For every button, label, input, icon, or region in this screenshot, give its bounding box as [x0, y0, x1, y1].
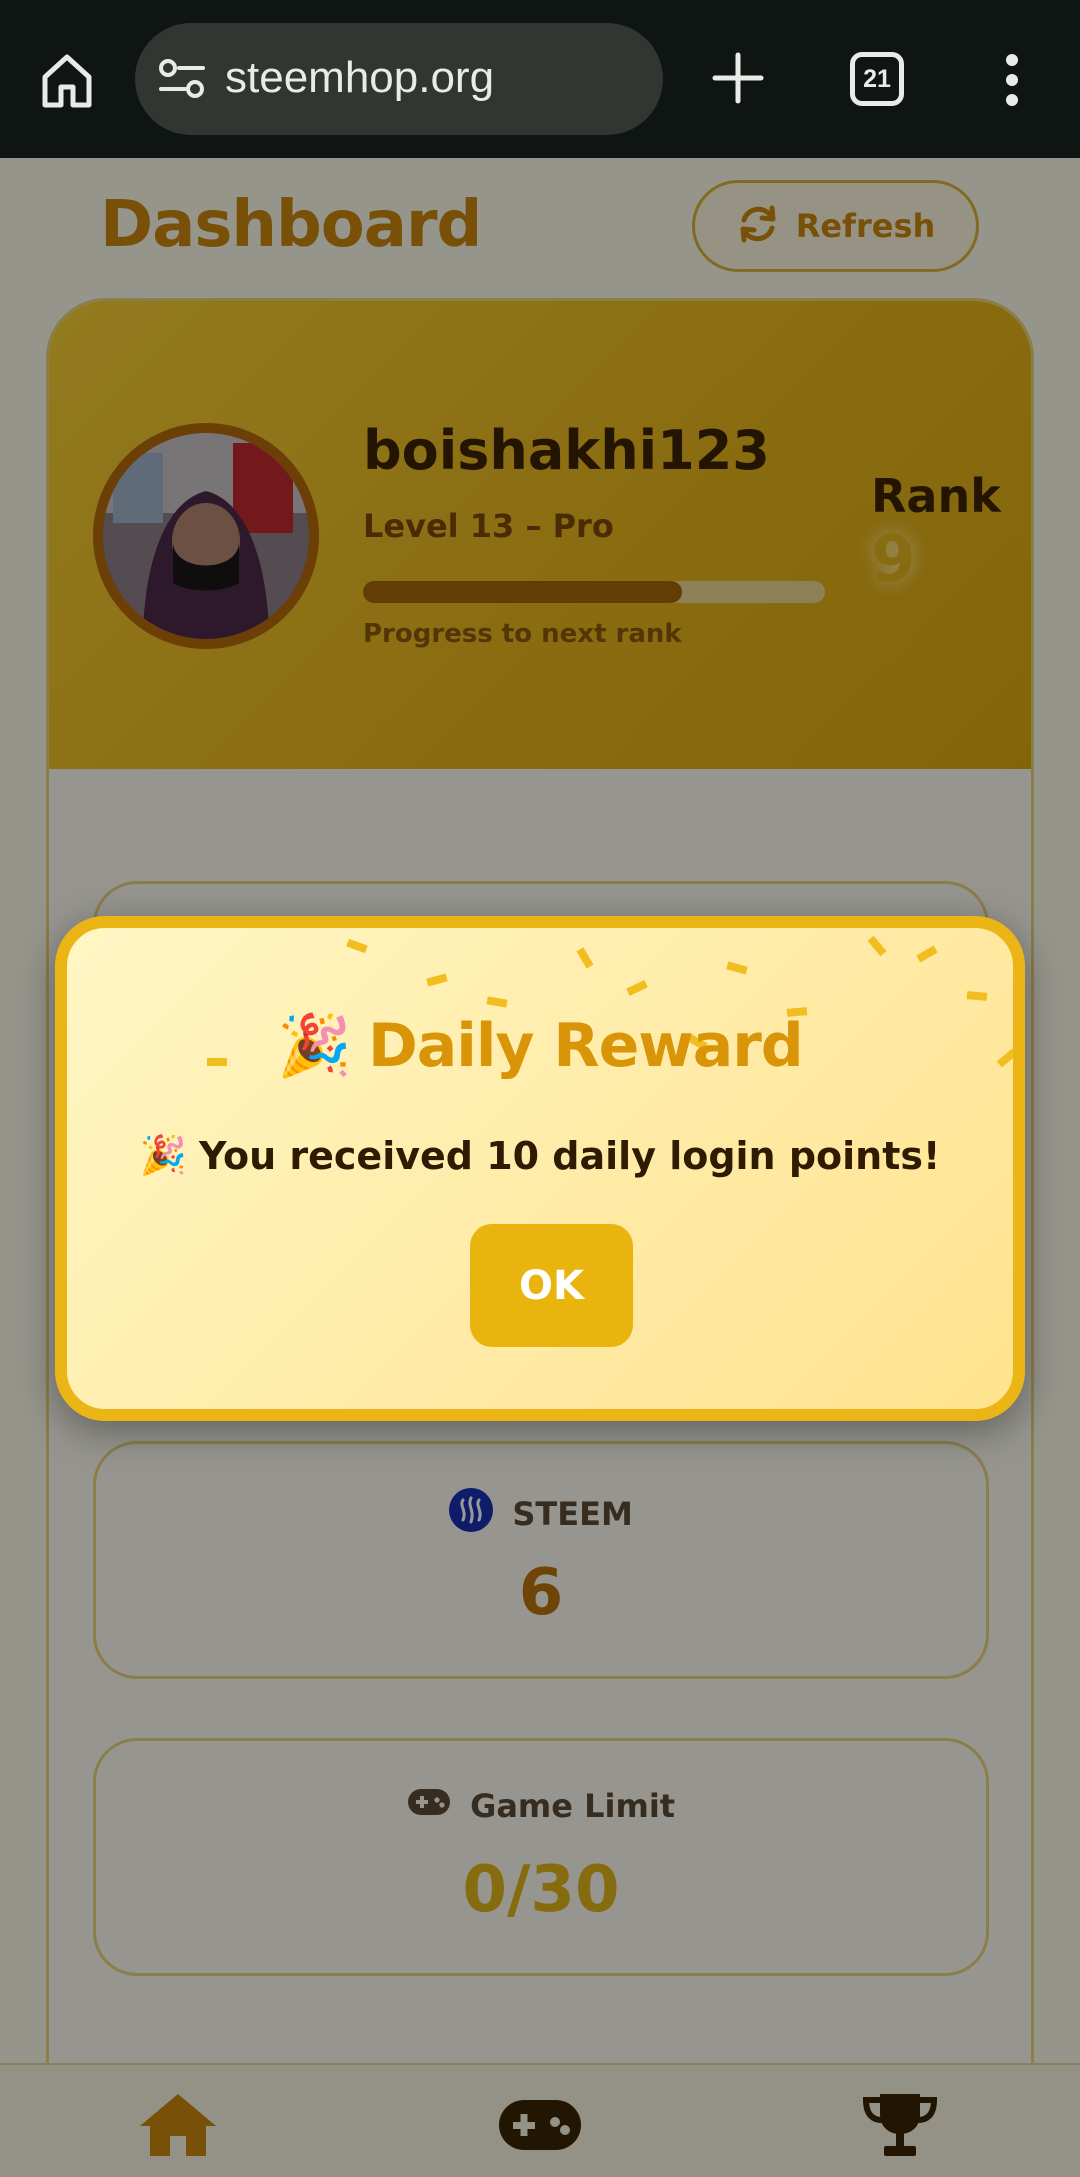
confetti-piece	[867, 935, 887, 957]
modal-title: 🎉 Daily Reward	[67, 1010, 1013, 1082]
new-tab-icon[interactable]	[705, 45, 771, 111]
daily-reward-modal: 🎉 Daily Reward 🎉 You received 10 daily l…	[55, 916, 1025, 1421]
party-popper-icon: 🎉	[277, 1011, 352, 1081]
url-text: steemhop.org	[225, 53, 495, 102]
confetti-piece	[346, 938, 368, 954]
modal-message: 🎉 You received 10 daily login points!	[67, 1133, 1013, 1178]
confetti-piece	[426, 973, 448, 987]
modal-title-text: Daily Reward	[367, 1010, 804, 1081]
tabs-icon[interactable]: 21	[850, 52, 904, 106]
confetti-piece	[576, 947, 594, 969]
more-menu-icon[interactable]	[1000, 52, 1024, 108]
confetti-piece	[966, 991, 988, 1001]
site-settings-icon[interactable]	[159, 57, 205, 101]
address-bar[interactable]: steemhop.org	[135, 23, 663, 135]
home-icon[interactable]	[36, 50, 98, 112]
ok-button[interactable]: OK	[470, 1224, 633, 1347]
tab-count: 21	[863, 64, 891, 93]
modal-message-text: You received 10 daily login points!	[198, 1133, 941, 1178]
confetti-piece	[726, 961, 748, 975]
confetti-piece	[626, 980, 648, 996]
confetti-piece	[916, 945, 938, 963]
browser-toolbar: steemhop.org 21	[0, 0, 1080, 158]
party-popper-icon: 🎉	[139, 1133, 187, 1177]
ok-button-label: OK	[519, 1262, 584, 1309]
confetti-piece	[486, 996, 508, 1008]
